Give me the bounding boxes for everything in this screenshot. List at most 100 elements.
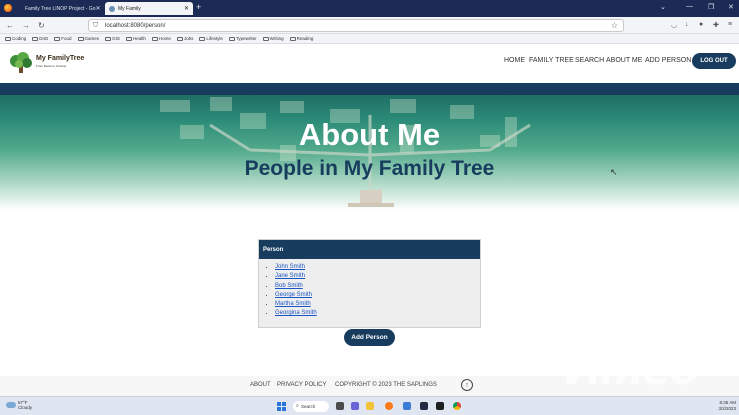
folder-icon [176,36,183,41]
os-taskbar: 57°F Cloudy ⌕ Search 8:35 AM 3/2/2023 [0,396,739,415]
shield-icon[interactable]: ⛉ [93,22,98,30]
browser-toolbar: ← → ↻ ⛉ localhost:8080/person/ ☆ ◡ ↓ ● ✚… [0,17,739,34]
new-tab-button[interactable]: + [196,2,201,12]
download-icon[interactable]: ↓ [685,21,689,28]
bookmark-item[interactable]: Health [125,36,146,41]
bookmark-item[interactable]: Coding [5,36,26,41]
tab-family-tree-project[interactable]: Family Tree LINOP Project - Go ✕ [18,2,102,15]
folder-icon [77,36,84,41]
folder-icon [105,36,112,41]
folder-icon [199,36,206,41]
logo-name: My FamilyTree [36,55,85,62]
cloud-icon [6,402,16,408]
logo-tagline: From Roots to Crowns [36,64,67,68]
reload-icon[interactable]: ↻ [38,21,45,30]
person-link[interactable]: Martha Smith [275,301,311,307]
app-icon[interactable] [403,402,411,410]
system-clock[interactable]: 8:35 AM 3/2/2023 [712,400,736,412]
list-item: Martha Smith [275,300,480,309]
list-item: Bob Smith [275,282,480,291]
nav-family-tree[interactable]: FAMILY TREE [529,57,574,64]
list-item: John Smith [275,263,480,272]
nav-search[interactable]: SEARCH [575,57,604,64]
header-band [0,83,739,95]
person-link[interactable]: Bob Smith [275,283,303,289]
list-item: George Smith [275,291,480,300]
footer-copyright: COPYRIGHT © 2023 THE SAPLINGS [335,382,437,388]
chrome-icon[interactable] [453,402,461,410]
person-card-header: Person [259,240,480,259]
bookmark-item[interactable]: Games [77,36,99,41]
mouse-cursor-icon: ↖ [610,167,618,177]
tab-my-family[interactable]: My Family ✕ [105,2,193,15]
nav-home[interactable]: HOME [504,57,525,64]
address-bar[interactable]: ⛉ localhost:8080/person/ ☆ [88,19,624,32]
task-view-icon[interactable] [336,402,344,410]
site-favicon-icon [109,5,115,12]
person-list: John Smith Jane Smith Bob Smith George S… [259,263,480,319]
close-tab-icon[interactable]: ✕ [95,5,100,12]
arrow-left-icon[interactable]: ← [6,21,14,30]
maximize-icon[interactable]: ❐ [708,3,714,11]
folder-icon [32,36,39,41]
person-link[interactable]: Georgina Smith [275,310,317,316]
windows-start-icon[interactable] [277,402,286,411]
bookmark-item[interactable]: Lifestyle [199,36,223,41]
add-person-button[interactable]: Add Person [344,329,395,346]
taskbar-search[interactable]: ⌕ Search [293,401,329,412]
weather-desc: Cloudy [18,405,33,410]
bookmark-item[interactable]: Jobs [176,36,193,41]
url-text[interactable]: localhost:8080/person/ [105,23,165,29]
footer-about-link[interactable]: ABOUT [250,382,271,388]
account-icon[interactable]: ● [699,21,703,28]
person-link[interactable]: George Smith [275,292,312,298]
folder-icon [289,36,296,41]
list-item: Georgina Smith [275,309,480,318]
bookmark-item[interactable]: Food [54,36,72,41]
star-icon[interactable]: ☆ [611,21,618,30]
tab-title: My Family [118,5,141,12]
terminal-icon[interactable] [436,402,444,410]
footer-privacy-link[interactable]: PRIVACY POLICY [277,382,326,388]
person-link[interactable]: Jane Smith [275,273,305,279]
person-link[interactable]: John Smith [275,264,305,270]
folder-icon [151,36,158,41]
close-tab-icon[interactable]: ✕ [184,5,189,12]
minimize-icon[interactable]: — [686,3,693,10]
vimeo-watermark: vimeo [560,345,699,394]
folder-icon [262,36,269,41]
bookmarks-bar: Coding DnD Food Games GIS Health Home Jo… [0,34,739,44]
pocket-icon[interactable]: ◡ [671,21,677,29]
bookmark-item[interactable]: DnD [32,36,48,41]
folder-icon [54,36,61,41]
tab-list-icon[interactable]: ⌄ [660,3,666,11]
extension-icon[interactable]: ✚ [713,21,719,29]
bookmark-item[interactable]: Home [151,36,171,41]
app-icon[interactable] [420,402,428,410]
folder-icon [125,36,132,41]
page-subtitle: People in My Family Tree [244,157,495,180]
site-logo[interactable]: My FamilyTree From Roots to Crowns [8,50,86,76]
bookmark-item[interactable]: Writing [262,36,284,41]
logout-button[interactable]: LOG OUT [692,53,736,69]
menu-icon[interactable]: ≡ [728,21,732,28]
arrow-up-icon[interactable]: ↑ [461,379,473,391]
bookmark-item[interactable]: Typewriter [228,36,257,41]
chat-icon[interactable] [351,402,359,410]
firefox-icon[interactable] [4,4,12,12]
folder-icon [228,36,235,41]
folder-icon [5,36,11,41]
file-explorer-icon[interactable] [366,402,374,410]
hero-banner: About Me People in My Family Tree ↖ [0,95,739,210]
close-window-icon[interactable]: ✕ [728,3,734,11]
bookmark-item[interactable]: GIS [105,36,120,41]
site-header: My FamilyTree From Roots to Crowns HOME … [0,45,739,83]
bookmark-item[interactable]: Reading [289,36,313,41]
list-item: Jane Smith [275,272,480,281]
arrow-right-icon[interactable]: → [22,21,30,30]
browser-tab-strip: Family Tree LINOP Project - Go ✕ My Fami… [0,0,739,17]
firefox-taskbar-icon[interactable] [385,402,393,410]
nav-about-me[interactable]: ABOUT ME [606,57,642,64]
nav-add-person[interactable]: ADD PERSON [645,57,691,64]
clock-date: 3/2/2023 [718,406,736,411]
